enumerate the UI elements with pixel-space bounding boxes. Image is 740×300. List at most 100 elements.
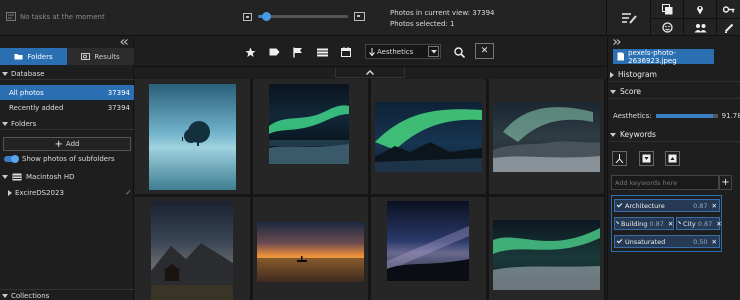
tab-folders-label: Folders bbox=[27, 52, 53, 61]
keyword-import-button[interactable] bbox=[639, 151, 654, 166]
people-button[interactable] bbox=[683, 18, 716, 36]
database-item-count: 37394 bbox=[107, 88, 130, 97]
chevron-down-icon bbox=[2, 293, 8, 298]
score-section-header[interactable]: Score bbox=[608, 85, 740, 99]
check-icon bbox=[616, 201, 623, 208]
sort-select[interactable]: Aesthetics bbox=[365, 44, 441, 59]
keyword-chip[interactable]: Architecture 0.87 ✕ bbox=[614, 199, 720, 212]
face-button[interactable] bbox=[650, 18, 683, 36]
key-button[interactable] bbox=[716, 0, 740, 18]
panel-tabs: Folders Results bbox=[0, 48, 134, 65]
thumbnail-zoom bbox=[243, 12, 365, 21]
photo-cell[interactable] bbox=[135, 197, 250, 300]
collapse-filter-button[interactable] bbox=[335, 68, 405, 78]
date-filter-button[interactable] bbox=[340, 46, 352, 58]
photo-cell[interactable] bbox=[253, 197, 368, 300]
collapse-left-button[interactable] bbox=[120, 39, 128, 47]
duplicates-button[interactable] bbox=[650, 0, 683, 18]
collapse-right-button[interactable] bbox=[613, 39, 621, 47]
volume-label: Macintosh HD bbox=[26, 173, 75, 181]
subfolders-toggle-row: Show photos of subfolders bbox=[4, 155, 115, 163]
histogram-section-header[interactable]: Histogram bbox=[608, 68, 740, 82]
database-item-label: Recently added bbox=[9, 103, 64, 112]
tab-folders[interactable]: Folders bbox=[0, 48, 67, 65]
subfolder-item[interactable]: ExcireDS2023 ✓ bbox=[8, 188, 132, 197]
collections-section-header[interactable]: Collections bbox=[0, 289, 134, 300]
edit-button[interactable] bbox=[716, 18, 740, 36]
top-bar: No tasks at the moment Photos in current… bbox=[0, 0, 740, 36]
star-icon bbox=[245, 47, 255, 57]
photo-thumbnail bbox=[375, 102, 482, 172]
edit-list-button[interactable] bbox=[606, 0, 650, 36]
sort-dropdown-button[interactable] bbox=[428, 46, 439, 57]
plus-icon: + bbox=[721, 177, 730, 188]
star-filter-button[interactable] bbox=[244, 46, 256, 58]
double-chevron-right-icon bbox=[613, 39, 621, 45]
chevron-down-icon bbox=[610, 132, 616, 137]
tab-results[interactable]: Results bbox=[67, 48, 134, 65]
photo-cell[interactable] bbox=[489, 79, 604, 194]
keyword-chip[interactable]: Unsaturated 0.50 ✕ bbox=[614, 235, 720, 248]
flag-filter-button[interactable] bbox=[292, 46, 304, 58]
keyword-score: 0.87 bbox=[693, 201, 708, 210]
clear-filter-button[interactable]: ✕ bbox=[475, 43, 494, 59]
score-value: 91.78 bbox=[721, 112, 740, 120]
keyword-input[interactable] bbox=[611, 175, 719, 190]
flag-icon bbox=[293, 47, 302, 57]
keyword-hierarchy-button[interactable] bbox=[612, 151, 627, 166]
keyword-label: Architecture bbox=[625, 201, 665, 210]
keyword-label: City bbox=[683, 219, 696, 228]
list-icon bbox=[316, 48, 328, 56]
search-button[interactable] bbox=[453, 46, 465, 58]
keyword-chip[interactable]: Building 0.87 ✕ bbox=[614, 217, 674, 230]
photo-cell[interactable] bbox=[489, 197, 604, 300]
database-item-all-photos[interactable]: All photos 37394 bbox=[0, 85, 134, 100]
subfolders-toggle[interactable] bbox=[4, 155, 19, 163]
collections-title: Collections bbox=[11, 291, 50, 300]
list-view-button[interactable] bbox=[316, 46, 328, 58]
database-item-count: 37394 bbox=[107, 103, 130, 112]
face-icon bbox=[661, 22, 673, 33]
label-filter-button[interactable] bbox=[268, 46, 280, 58]
histogram-title: Histogram bbox=[618, 70, 657, 79]
database-title: Database bbox=[11, 69, 45, 78]
volume-item[interactable]: Macintosh HD bbox=[2, 173, 75, 181]
chevron-down-icon bbox=[2, 175, 8, 179]
folders-section-header[interactable]: Folders bbox=[0, 118, 134, 130]
keyword-list: Architecture 0.87 ✕ Building 0.87 ✕ City… bbox=[611, 195, 722, 252]
aesthetics-score: Aesthetics: 91.78 bbox=[613, 112, 740, 120]
photo-cell[interactable] bbox=[135, 79, 250, 194]
photo-thumbnail bbox=[493, 220, 600, 290]
check-icon bbox=[616, 237, 623, 244]
keyword-label: Building bbox=[621, 219, 648, 228]
database-item-recently-added[interactable]: Recently added 37394 bbox=[0, 100, 134, 115]
photo-cell[interactable] bbox=[253, 79, 368, 194]
plus-icon: + bbox=[54, 138, 63, 150]
sort-select-value: Aesthetics bbox=[377, 47, 414, 56]
zoom-slider[interactable] bbox=[258, 12, 348, 21]
add-folder-button[interactable]: + Add bbox=[3, 137, 131, 151]
map-button[interactable] bbox=[683, 0, 716, 18]
photos-selected: Photos selected: 1 bbox=[390, 20, 455, 28]
check-icon bbox=[616, 221, 619, 224]
tag-icon bbox=[269, 48, 279, 56]
add-keyword-button[interactable]: + bbox=[719, 175, 732, 190]
left-panel: Folders Results Database All photos 3739… bbox=[0, 37, 134, 300]
duplicates-icon bbox=[661, 3, 672, 14]
remove-keyword-icon[interactable]: ✕ bbox=[716, 220, 721, 228]
task-status: No tasks at the moment bbox=[6, 12, 105, 21]
remove-keyword-icon[interactable]: ✕ bbox=[712, 202, 717, 210]
keyword-chip[interactable]: City 0.87 ✕ bbox=[676, 217, 722, 230]
small-thumbnail-icon[interactable] bbox=[243, 12, 252, 21]
photo-cell[interactable] bbox=[371, 197, 486, 300]
database-section-header[interactable]: Database bbox=[0, 68, 134, 80]
photo-cell[interactable] bbox=[371, 79, 486, 194]
people-icon bbox=[694, 23, 706, 32]
keyword-export-button[interactable] bbox=[665, 151, 680, 166]
keywords-section-header[interactable]: Keywords bbox=[608, 128, 740, 142]
download-icon bbox=[642, 154, 651, 163]
remove-keyword-icon[interactable]: ✕ bbox=[668, 220, 673, 228]
folder-icon bbox=[14, 54, 23, 60]
remove-keyword-icon[interactable]: ✕ bbox=[712, 238, 717, 246]
large-thumbnail-icon[interactable] bbox=[354, 12, 365, 21]
